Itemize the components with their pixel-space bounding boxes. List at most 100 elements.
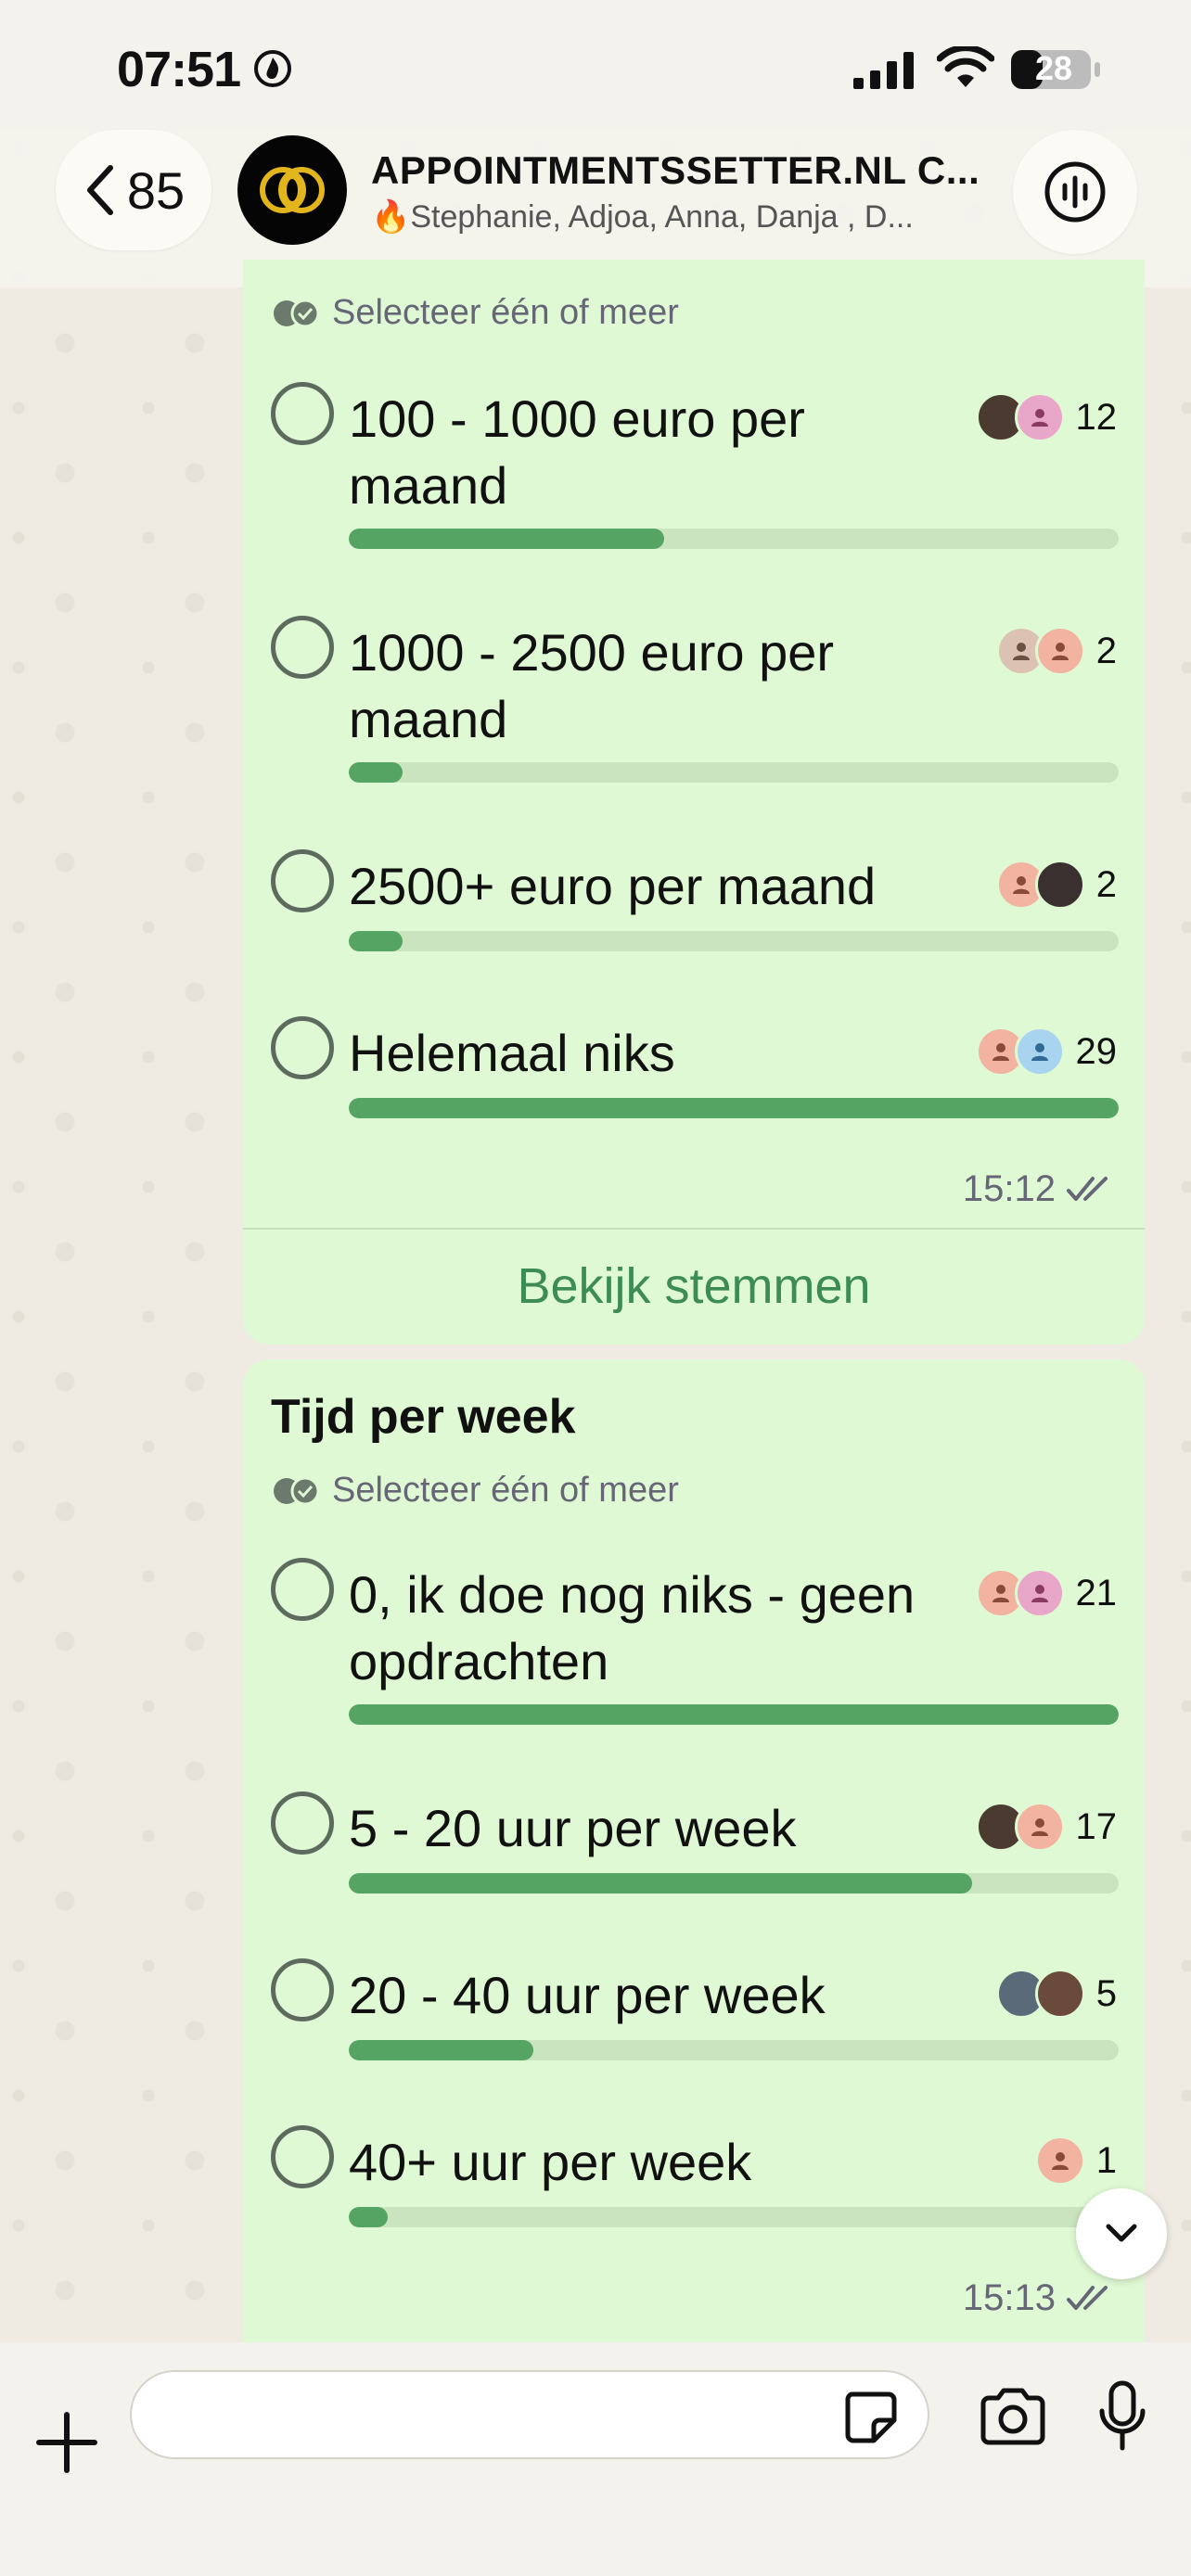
avatar bbox=[1014, 1568, 1065, 1618]
flame-focus-icon bbox=[254, 50, 291, 87]
back-button[interactable]: 85 bbox=[56, 130, 211, 250]
voice-chat-button[interactable] bbox=[1013, 130, 1137, 254]
clock: 07:51 bbox=[117, 42, 241, 97]
vote-bar-fill bbox=[349, 2207, 388, 2227]
vote-bar bbox=[349, 529, 1119, 549]
poll-message-1: Selecteer één of meer 100 - 1000 euro pe… bbox=[243, 260, 1145, 1345]
person-icon bbox=[1012, 876, 1030, 894]
vote-count: 1 bbox=[1095, 2139, 1117, 2181]
vote-count: 2 bbox=[1095, 630, 1117, 671]
battery-level: 28 bbox=[1034, 49, 1073, 87]
poll-message-2: Tijd per week Selecteer één of meer 0, i… bbox=[243, 1359, 1145, 2342]
voter-avatars[interactable]: 2 bbox=[995, 625, 1117, 677]
option-radio[interactable] bbox=[271, 1016, 334, 1079]
option-label: 100 - 1000 euro per maand bbox=[349, 389, 805, 515]
vote-count: 21 bbox=[1075, 1572, 1118, 1613]
option-radio[interactable] bbox=[271, 616, 334, 679]
timestamp-text: 15:12 bbox=[962, 1168, 1056, 1209]
poll-hint-text: Selecteer één of meer bbox=[332, 1471, 679, 1510]
message-timestamp: 15:13 bbox=[963, 2277, 1117, 2319]
vote-bar bbox=[349, 2040, 1119, 2060]
vote-bar bbox=[349, 762, 1119, 783]
person-icon bbox=[1031, 409, 1048, 427]
option-radio[interactable] bbox=[271, 382, 334, 445]
person-icon bbox=[992, 1585, 1009, 1602]
timestamp-text: 15:13 bbox=[962, 2277, 1056, 2318]
vote-count: 29 bbox=[1075, 1030, 1118, 1072]
poll-title: Tijd per week bbox=[271, 1390, 576, 1444]
vote-bar-fill bbox=[349, 762, 403, 783]
microphone-icon[interactable] bbox=[1095, 2379, 1150, 2454]
sticker-icon[interactable] bbox=[842, 2389, 898, 2444]
option-radio[interactable] bbox=[271, 1558, 334, 1621]
group-avatar[interactable] bbox=[237, 135, 347, 245]
rings-logo-icon bbox=[260, 167, 325, 213]
group-name[interactable]: APPOINTMENTSSETTER.NL C... bbox=[371, 148, 983, 193]
person-icon bbox=[992, 1043, 1009, 1061]
message-input[interactable] bbox=[130, 2370, 929, 2459]
avatar bbox=[1034, 2136, 1085, 2186]
divider bbox=[243, 1228, 1145, 1230]
avatar bbox=[1014, 1802, 1065, 1852]
unread-count: 85 bbox=[126, 160, 186, 220]
audio-waveform-icon bbox=[1044, 161, 1106, 223]
voter-avatars[interactable]: 12 bbox=[975, 391, 1118, 443]
voter-avatars[interactable]: 21 bbox=[975, 1567, 1118, 1619]
option-radio[interactable] bbox=[271, 1958, 334, 2021]
vote-bar bbox=[349, 1098, 1119, 1118]
option-label: Helemaal niks bbox=[349, 1024, 675, 1082]
avatar bbox=[1014, 392, 1065, 442]
double-check-icon bbox=[1067, 2285, 1108, 2310]
option-label: 2500+ euro per maand bbox=[349, 857, 877, 915]
vote-count: 2 bbox=[1095, 863, 1117, 905]
camera-icon[interactable] bbox=[978, 2387, 1048, 2446]
vote-bar bbox=[349, 931, 1119, 951]
option-label: 1000 - 2500 euro per maand bbox=[349, 623, 835, 748]
avatar bbox=[1034, 860, 1085, 910]
double-check-icon bbox=[1067, 1176, 1108, 1201]
cellular-signal-icon bbox=[853, 52, 914, 89]
vote-count: 5 bbox=[1095, 1972, 1117, 2014]
voter-avatars[interactable]: 1 bbox=[1034, 2135, 1117, 2187]
voter-avatars[interactable]: 29 bbox=[975, 1026, 1118, 1078]
avatar bbox=[1034, 626, 1085, 676]
vote-bar-fill bbox=[349, 931, 403, 951]
option-radio[interactable] bbox=[271, 1792, 334, 1855]
vote-bar bbox=[349, 1704, 1119, 1725]
vote-bar bbox=[349, 2207, 1119, 2227]
voter-avatars[interactable]: 2 bbox=[995, 859, 1117, 911]
option-label: 20 - 40 uur per week bbox=[349, 1966, 826, 2024]
group-members[interactable]: 🔥Stephanie, Adjoa, Anna, Danja , D... bbox=[371, 198, 983, 236]
voter-avatars[interactable]: 17 bbox=[975, 1801, 1117, 1853]
vote-bar-fill bbox=[349, 1704, 1119, 1725]
poll-hint: Selecteer één of meer bbox=[271, 1471, 679, 1511]
vote-count: 12 bbox=[1075, 396, 1118, 438]
wifi-icon bbox=[937, 46, 994, 87]
poll-hint: Selecteer één of meer bbox=[271, 293, 679, 333]
message-timestamp: 15:12 bbox=[963, 1168, 1117, 1210]
scroll-to-bottom-button[interactable] bbox=[1076, 2188, 1167, 2279]
chevron-down-icon bbox=[1106, 2224, 1137, 2242]
vote-bar-fill bbox=[349, 1098, 1119, 1118]
person-icon bbox=[1051, 643, 1069, 660]
compose-bar bbox=[0, 2342, 1191, 2576]
chevron-left-icon bbox=[86, 165, 113, 215]
double-check-circle-icon bbox=[274, 299, 320, 327]
person-icon bbox=[1031, 1585, 1048, 1602]
poll-hint-text: Selecteer één of meer bbox=[332, 293, 679, 332]
option-radio[interactable] bbox=[271, 2125, 334, 2188]
vote-bar-fill bbox=[349, 1873, 973, 1894]
person-icon bbox=[1051, 2152, 1069, 2170]
plus-icon[interactable] bbox=[33, 2409, 100, 2476]
vote-bar-fill bbox=[349, 2040, 534, 2060]
avatar bbox=[1014, 1027, 1065, 1077]
person-icon bbox=[1031, 1818, 1048, 1836]
option-label: 0, ik doe nog niks - geen opdrachten bbox=[349, 1565, 916, 1690]
option-radio[interactable] bbox=[271, 849, 334, 912]
double-check-circle-icon bbox=[274, 1476, 320, 1505]
voter-avatars[interactable]: 5 bbox=[995, 1968, 1117, 2020]
vote-bar bbox=[349, 1873, 1119, 1894]
view-votes-button[interactable]: Bekijk stemmen bbox=[243, 1257, 1145, 1315]
person-icon bbox=[1012, 643, 1030, 660]
option-label: 40+ uur per week bbox=[349, 2133, 752, 2191]
